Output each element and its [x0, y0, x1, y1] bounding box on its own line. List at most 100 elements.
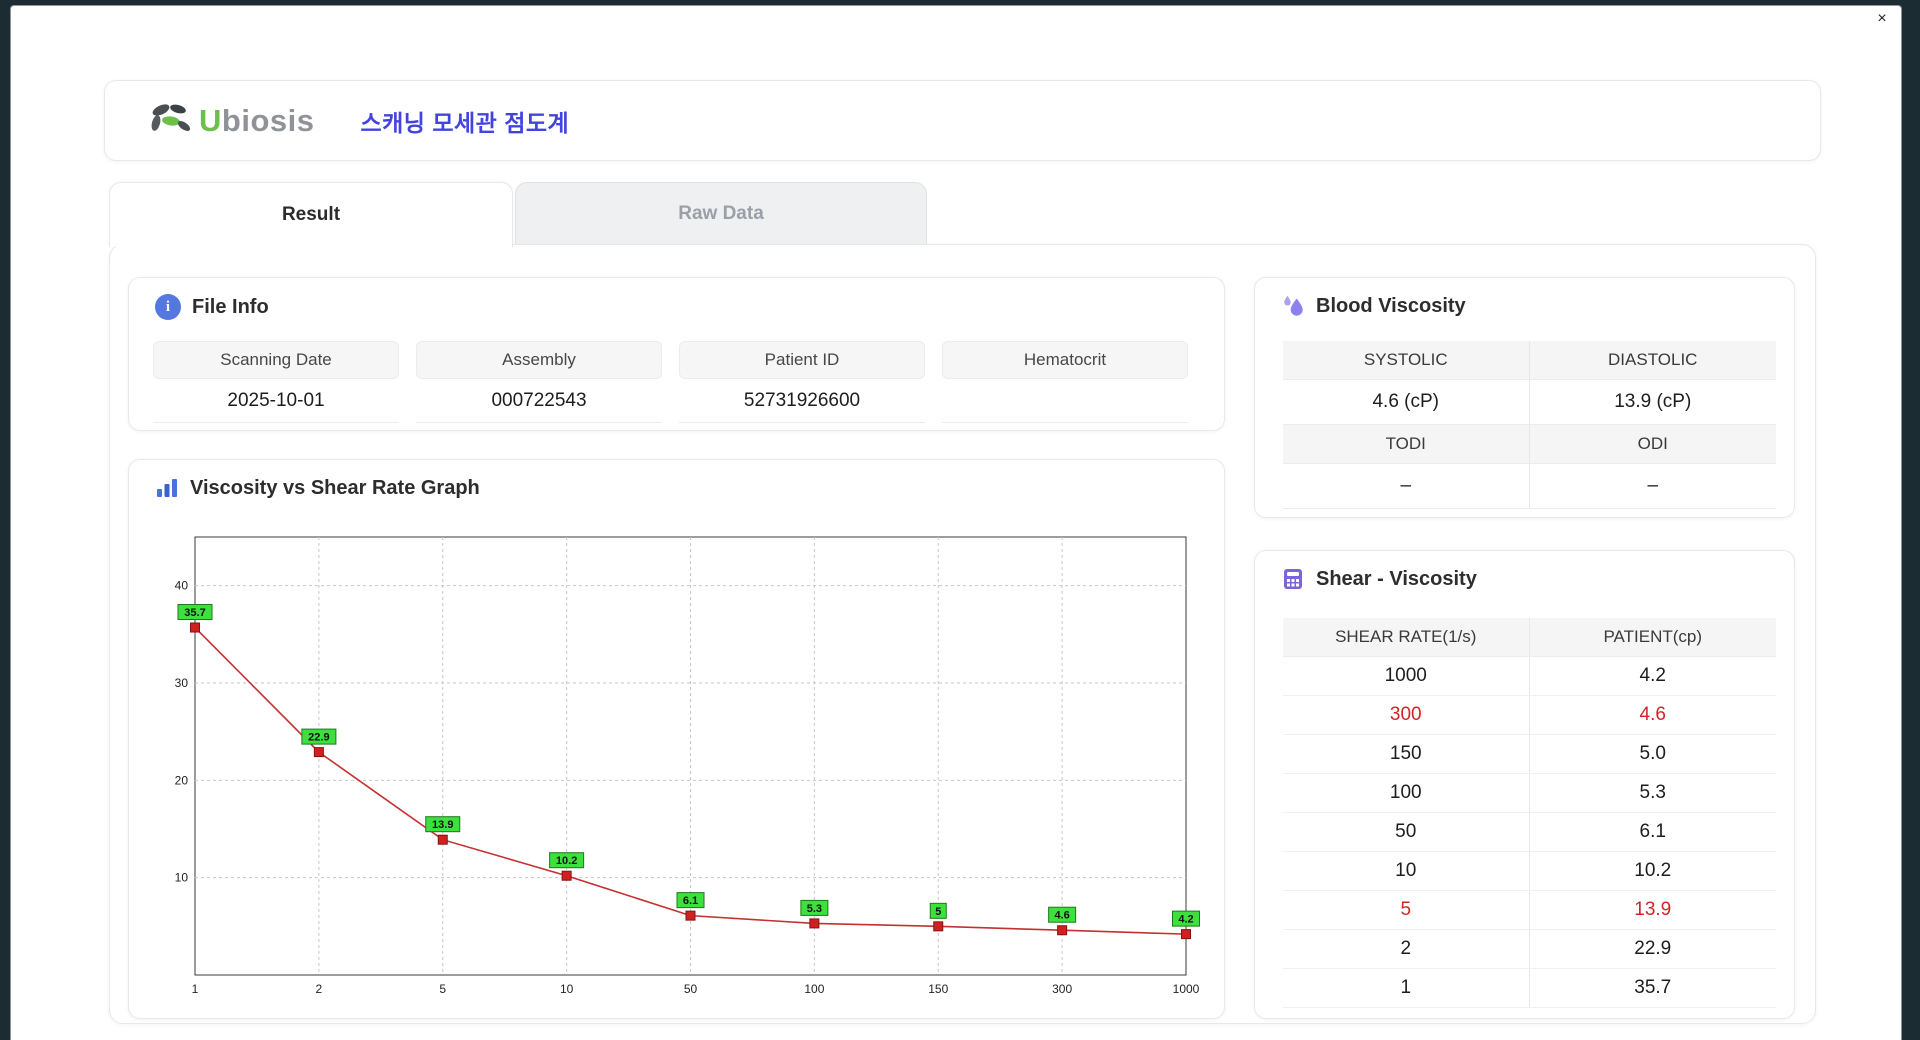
- todi-header: TODI: [1283, 425, 1530, 463]
- bar-chart-icon: [157, 479, 177, 497]
- shear-rate-cell: 5: [1283, 891, 1530, 929]
- file-info-section: i File Info Scanning Date 2025-10-01 Assem…: [128, 277, 1225, 431]
- table-row: 2 22.9: [1283, 930, 1776, 969]
- bv-header-row-2: TODI ODI: [1283, 425, 1776, 464]
- graph-title: Viscosity vs Shear Rate Graph: [155, 476, 480, 500]
- field-value: 52731926600: [679, 379, 925, 423]
- info-icon: i: [155, 294, 181, 320]
- table-row: 50 6.1: [1283, 813, 1776, 852]
- logo: Ubiosis: [147, 101, 314, 141]
- table-row: 100 5.3: [1283, 774, 1776, 813]
- file-info-field-patient-id: Patient ID 52731926600: [679, 341, 925, 423]
- table-row: 5 13.9: [1283, 891, 1776, 930]
- table-row: 300 4.6: [1283, 696, 1776, 735]
- patient-cell: 4.2: [1639, 665, 1666, 686]
- svg-text:4.2: 4.2: [1178, 914, 1193, 926]
- svg-text:2: 2: [316, 982, 323, 996]
- svg-text:35.7: 35.7: [184, 607, 205, 619]
- shear-rate-cell: 2: [1283, 930, 1530, 968]
- patient-column-header: PATIENT(cp): [1603, 627, 1703, 646]
- svg-text:5.3: 5.3: [807, 903, 822, 915]
- field-label: Scanning Date: [153, 341, 399, 379]
- header: Ubiosis 스캐닝 모세관 점도계: [104, 80, 1821, 161]
- main-content: i File Info Scanning Date 2025-10-01 Assem…: [109, 244, 1816, 1024]
- field-label: Assembly: [416, 341, 662, 379]
- svg-text:40: 40: [175, 579, 189, 593]
- field-value: [942, 379, 1188, 423]
- svg-text:150: 150: [928, 982, 948, 996]
- svg-text:300: 300: [1052, 982, 1072, 996]
- svg-text:1: 1: [192, 982, 199, 996]
- blood-viscosity-section: Blood Viscosity SYSTOLIC DIASTOLIC 4.6 (…: [1254, 277, 1795, 518]
- file-info-fields: Scanning Date 2025-10-01 Assembly 000722543…: [153, 341, 1188, 423]
- table-row: 150 5.0: [1283, 735, 1776, 774]
- shear-rate-cell: 100: [1283, 774, 1530, 812]
- tab-raw-data[interactable]: Raw Data: [515, 182, 927, 244]
- patient-cell: 6.1: [1639, 821, 1666, 842]
- svg-text:6.1: 6.1: [683, 895, 698, 907]
- blood-viscosity-title: Blood Viscosity: [1281, 294, 1466, 318]
- svg-text:10: 10: [560, 982, 574, 996]
- file-info-field-assembly: Assembly 000722543: [416, 341, 662, 423]
- graph-title-text: Viscosity vs Shear Rate Graph: [190, 476, 480, 499]
- odi-header: ODI: [1637, 434, 1668, 453]
- patient-cell: 35.7: [1634, 977, 1672, 998]
- table-row: 1 35.7: [1283, 969, 1776, 1008]
- shear-rate-cell: 150: [1283, 735, 1530, 773]
- field-value: 000722543: [416, 379, 662, 423]
- file-info-title: i File Info: [155, 294, 269, 320]
- svg-text:5: 5: [439, 982, 446, 996]
- field-value: 2025-10-01: [153, 379, 399, 423]
- svg-text:50: 50: [684, 982, 698, 996]
- blood-viscosity-title-text: Blood Viscosity: [1316, 294, 1466, 317]
- svg-text:30: 30: [175, 676, 189, 690]
- svg-text:20: 20: [175, 773, 189, 787]
- systolic-header: SYSTOLIC: [1283, 341, 1530, 379]
- shear-rate-cell: 10: [1283, 852, 1530, 890]
- shear-viscosity-section: Shear - Viscosity SHEAR RATE(1/s) PATIEN…: [1254, 550, 1795, 1019]
- table-body: 1000 4.2 300 4.6 150 5.0 100 5.3 50 6.1 10 10.2 5 13.…: [1283, 657, 1776, 1008]
- viscosity-chart: 10 20 30 40 1 2 5 10 50 100 150 300 1000 35.7 22.9 13.9…: [175, 536, 1200, 996]
- page-title: 스캐닝 모세관 점도계: [360, 109, 570, 136]
- shear-viscosity-title-text: Shear - Viscosity: [1316, 567, 1477, 590]
- shear-viscosity-table: SHEAR RATE(1/s) PATIENT(cp) 1000 4.2 300 4.…: [1283, 618, 1776, 1008]
- todi-value: –: [1283, 464, 1530, 508]
- graph-section: Viscosity vs Shear Rate Graph 10 20 30 40 1 2…: [128, 459, 1225, 1019]
- shear-rate-column-header: SHEAR RATE(1/s): [1283, 618, 1530, 656]
- svg-text:100: 100: [804, 982, 824, 996]
- file-info-title-text: File Info: [192, 295, 269, 318]
- systolic-value: 4.6 (cP): [1283, 380, 1530, 424]
- patient-cell: 22.9: [1634, 938, 1672, 959]
- app-window: × Ubiosis 스캐닝 모세관 점도계 Result Raw Data i …: [10, 5, 1902, 1040]
- shear-rate-cell: 1000: [1283, 657, 1530, 695]
- calculator-icon: [1284, 569, 1302, 589]
- file-info-field-hematocrit: Hematocrit: [942, 341, 1188, 423]
- file-info-field-scanning-date: Scanning Date 2025-10-01: [153, 341, 399, 423]
- patient-cell: 13.9: [1634, 899, 1672, 920]
- shear-rate-cell: 1: [1283, 969, 1530, 1007]
- close-icon[interactable]: ×: [1871, 8, 1893, 30]
- odi-value: –: [1647, 475, 1659, 496]
- patient-cell: 10.2: [1634, 860, 1672, 881]
- svg-text:13.9: 13.9: [432, 819, 453, 831]
- svg-text:10.2: 10.2: [556, 855, 577, 867]
- bv-value-row: 4.6 (cP) 13.9 (cP): [1283, 380, 1776, 425]
- table-header-row: SHEAR RATE(1/s) PATIENT(cp): [1283, 618, 1776, 657]
- logo-text: Ubiosis: [199, 102, 315, 138]
- logo-leaf-icon: [151, 103, 191, 131]
- svg-text:4.6: 4.6: [1054, 910, 1069, 922]
- tab-result[interactable]: Result: [109, 182, 513, 247]
- bv-value-row-2: – –: [1283, 464, 1776, 509]
- svg-text:5: 5: [935, 906, 941, 918]
- svg-text:22.9: 22.9: [308, 732, 329, 744]
- field-label: Patient ID: [679, 341, 925, 379]
- field-label: Hematocrit: [942, 341, 1188, 379]
- diastolic-value: 13.9 (cP): [1614, 391, 1692, 412]
- table-row: 1000 4.2: [1283, 657, 1776, 696]
- droplet-icon: [1284, 295, 1303, 316]
- shear-rate-cell: 300: [1283, 696, 1530, 734]
- diastolic-header: DIASTOLIC: [1608, 350, 1698, 369]
- svg-text:10: 10: [175, 871, 189, 885]
- shear-viscosity-title: Shear - Viscosity: [1281, 567, 1477, 591]
- bv-header-row: SYSTOLIC DIASTOLIC: [1283, 341, 1776, 380]
